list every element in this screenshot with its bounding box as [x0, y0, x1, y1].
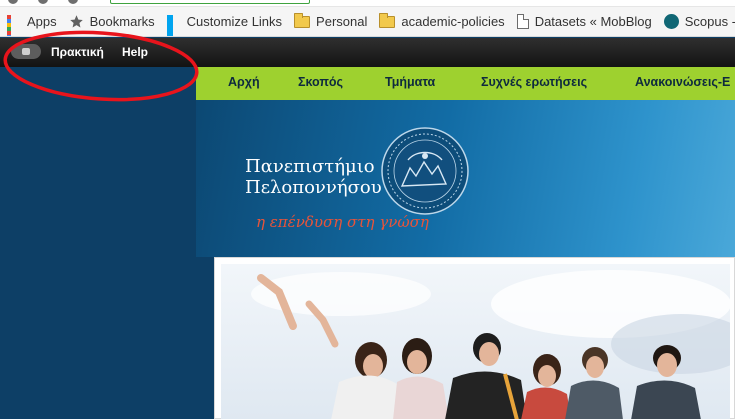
bookmark-label: Apps — [27, 14, 57, 29]
windows-icon — [166, 14, 181, 36]
wordpress-logo-icon[interactable] — [11, 44, 41, 59]
bookmark-label: Scopus - Sources — [684, 14, 735, 29]
bookmark-label: academic-policies — [401, 14, 505, 29]
admin-link-praktiki[interactable]: Πρακτική — [51, 45, 104, 59]
bookmark-bookmarks[interactable]: Bookmarks — [69, 7, 155, 36]
bookmark-label: Bookmarks — [89, 14, 155, 29]
apps-grid-icon — [7, 14, 21, 36]
nav-item-home[interactable]: Αρχή — [228, 75, 260, 89]
site-navigation: Αρχή Σκοπός Τμήματα Συχνές ερωτήσεις Ανα… — [196, 67, 735, 100]
bookmark-academic-policies[interactable]: academic-policies — [379, 7, 505, 36]
admin-link-help[interactable]: Help — [122, 45, 148, 59]
star-icon — [69, 15, 83, 28]
bookmark-label: Customize Links — [186, 14, 283, 29]
back-button[interactable] — [8, 0, 18, 4]
bookmark-apps[interactable]: Apps — [0, 7, 57, 36]
bookmark-label: Personal — [316, 14, 368, 29]
bookmark-customize-links[interactable]: Customize Links — [166, 7, 283, 36]
bookmark-datasets-mobblog[interactable]: Datasets « MobBlog — [516, 7, 652, 36]
url-field[interactable] — [110, 0, 310, 4]
bookmarks-bar: Apps Bookmarks Customize Links Personal … — [0, 7, 735, 37]
university-name-line2: Πελοποννήσου — [245, 177, 382, 198]
reload-button[interactable] — [68, 0, 78, 4]
forward-button[interactable] — [38, 0, 48, 4]
nav-item-purpose[interactable]: Σκοπός — [298, 75, 343, 89]
admin-toolbar: Πρακτική Help — [0, 38, 735, 67]
students-pointing-illustration — [221, 264, 730, 419]
browser-viewport: Apps Bookmarks Customize Links Personal … — [0, 0, 735, 419]
folder-icon — [294, 12, 311, 28]
scopus-icon — [663, 14, 679, 29]
page-icon — [516, 14, 529, 29]
bookmark-scopus[interactable]: Scopus - Sources — [663, 7, 735, 36]
university-seal-logo — [381, 127, 469, 215]
bookmark-personal[interactable]: Personal — [294, 7, 368, 36]
university-name-line1: Πανεπιστήμιο — [245, 156, 375, 177]
nav-item-departments[interactable]: Τμήματα — [385, 75, 435, 89]
nav-item-announcements[interactable]: Ανακοινώσεις-Ε — [635, 75, 730, 89]
address-bar-strip — [0, 0, 735, 7]
bookmark-label: Datasets « MobBlog — [534, 14, 652, 29]
hero-photo — [214, 257, 735, 419]
folder-icon — [379, 12, 396, 28]
nav-item-faq[interactable]: Συχνές ερωτήσεις — [481, 75, 587, 89]
